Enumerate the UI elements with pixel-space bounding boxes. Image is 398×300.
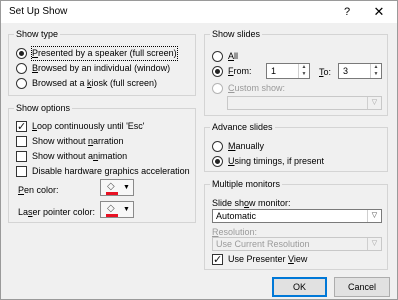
help-button[interactable]: ? [337,4,357,20]
radio-button[interactable] [16,63,27,74]
advance-slides-legend: Advance slides [210,121,275,133]
set-up-show-dialog: Set Up Show ? ✕ Show type Presented by a… [0,0,398,300]
radio-button[interactable] [212,66,223,77]
resolution-value: Use Current Resolution [216,239,310,249]
checkbox[interactable] [16,151,27,162]
slide-show-monitor-value: Automatic [216,211,257,221]
radio-button[interactable] [212,156,223,167]
slide-show-monitor-label: Slide show monitor: [212,198,291,208]
spinner-buttons: ▲ ▼ [298,64,309,78]
resolution-dropdown[interactable]: Use Current Resolution ▽ [212,237,382,251]
title-bar: Set Up Show ? ✕ [1,1,397,23]
from-slide-spinner[interactable]: 1 ▲ ▼ [266,63,310,79]
checkbox-label: Show without narration [32,136,124,146]
checkbox-label: Show without animation [32,151,128,161]
multiple-monitors-group: Multiple monitors Slide show monitor: Au… [204,178,388,270]
chevron-down-icon[interactable]: ▽ [367,97,381,109]
spin-down-icon[interactable]: ▼ [299,71,309,78]
show-slides-group: Show slides All From: 1 ▲ ▼ To: 3 ▲ ▼ Cu [204,28,388,116]
chevron-down-icon: ▼ [123,206,130,213]
chevron-down-icon: ▼ [123,184,130,191]
checkbox[interactable] [16,120,27,133]
checkbox[interactable] [212,253,223,266]
pen-color-label: Pen color: [18,185,59,195]
show-type-group: Show type Presented by a speaker (full s… [8,28,196,96]
spin-up-icon[interactable]: ▲ [299,64,309,71]
close-button[interactable]: ✕ [367,4,391,20]
show-options-group: Show options Loop continuously until 'Es… [8,102,196,223]
radio-button[interactable] [212,83,223,94]
slide-show-monitor-dropdown[interactable]: Automatic ▽ [212,209,382,223]
pen-color-swatch [106,192,118,195]
to-slide-value[interactable]: 3 [343,65,348,78]
radio-label: All [228,51,239,61]
radio-label: Manually [228,141,265,151]
chevron-down-icon[interactable]: ▽ [367,210,381,222]
custom-show-dropdown[interactable]: ▽ [227,96,382,110]
radio-label: Browsed by an individual (window) [32,63,171,73]
radio-button[interactable] [16,78,27,89]
pen-color-picker[interactable]: ◇ ▼ [100,179,134,196]
radio-label: Browsed at a kiosk (full screen) [32,78,158,88]
to-label: To: [319,67,332,77]
cancel-button[interactable]: Cancel [334,277,390,297]
laser-color-swatch [106,214,118,217]
multiple-monitors-legend: Multiple monitors [210,178,283,190]
radio-button[interactable] [16,48,27,59]
checkbox-label: Loop continuously until 'Esc' [32,121,145,131]
checkbox-label: Disable hardware graphics acceleration [32,166,190,176]
checkbox[interactable] [16,166,27,177]
radio-button[interactable] [212,141,223,152]
dialog-title: Set Up Show [9,6,68,17]
radio-label: Custom show: [228,83,286,93]
laser-pointer-color-picker[interactable]: ◇ ▼ [100,201,134,218]
laser-pointer-color-label: Laser pointer color: [18,207,96,217]
ok-button[interactable]: OK [272,277,327,297]
show-options-legend: Show options [14,102,73,114]
show-slides-legend: Show slides [210,28,263,40]
from-slide-value[interactable]: 1 [271,65,276,78]
radio-label: Presented by a speaker (full screen) [31,46,178,61]
paint-bucket-icon: ◇ [106,181,118,195]
radio-label: From: [228,66,252,76]
chevron-down-icon[interactable]: ▽ [367,238,381,250]
checkbox-label: Use Presenter View [228,254,308,264]
spin-down-icon[interactable]: ▼ [371,71,381,78]
radio-label: Using timings, if present [228,156,325,166]
to-slide-spinner[interactable]: 3 ▲ ▼ [338,63,382,79]
advance-slides-group: Advance slides Manually Using timings, i… [204,121,388,172]
spin-up-icon[interactable]: ▲ [371,64,381,71]
radio-button[interactable] [212,51,223,62]
show-type-legend: Show type [14,28,61,40]
spinner-buttons: ▲ ▼ [370,64,381,78]
checkbox[interactable] [16,136,27,147]
paint-bucket-icon: ◇ [106,203,118,217]
